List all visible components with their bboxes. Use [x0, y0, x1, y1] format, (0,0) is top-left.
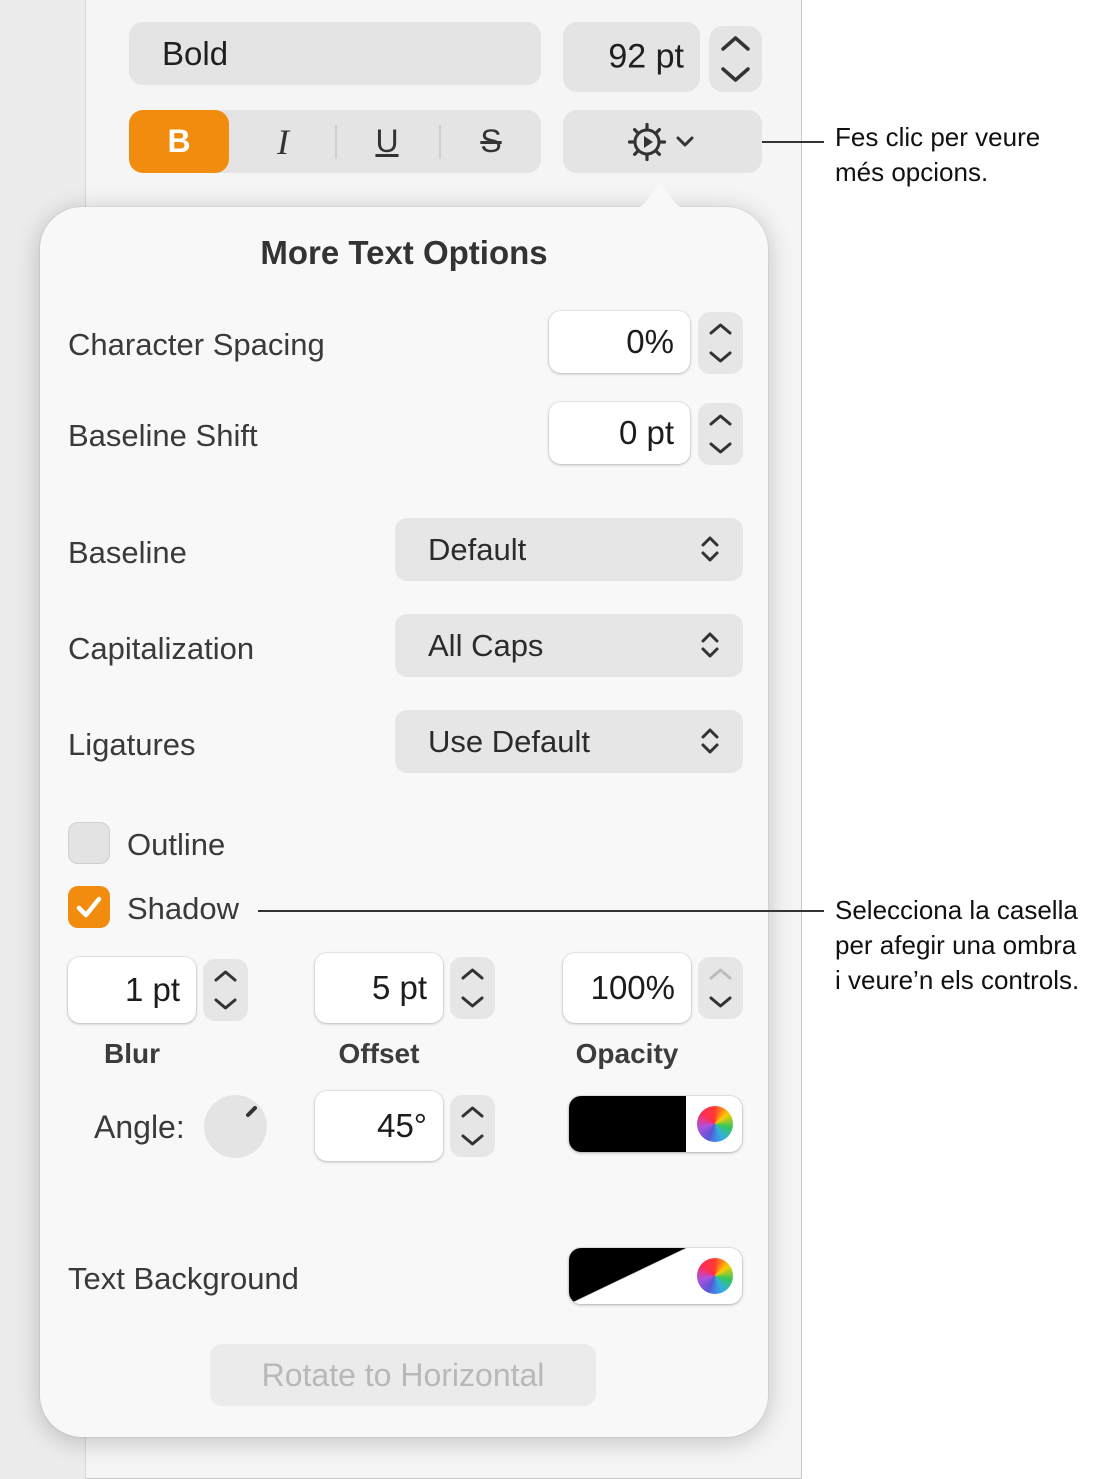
shadow-checkbox[interactable]: [68, 886, 110, 928]
text-background-color-well[interactable]: [569, 1248, 742, 1304]
callout-leader-line: [258, 910, 824, 912]
shadow-opacity-field[interactable]: 100%: [563, 953, 691, 1023]
text-style-segmented-control: B I U S: [129, 110, 541, 173]
stepper-arrows-icon: [721, 36, 750, 82]
color-wheel-icon[interactable]: [697, 1106, 733, 1142]
callout-shadow: Selecciona la casella per afegir una omb…: [835, 893, 1079, 998]
stepper-arrows-icon: [214, 970, 237, 1010]
shadow-blur-label: Blur: [104, 1038, 160, 1069]
ligatures-value: Use Default: [428, 723, 590, 759]
shadow-offset-label: Offset: [338, 1038, 420, 1069]
baseline-shift-stepper[interactable]: [698, 403, 743, 465]
ligatures-label: Ligatures: [68, 727, 196, 762]
outline-label: Outline: [127, 827, 226, 862]
shadow-offset-stepper[interactable]: [450, 957, 495, 1019]
baseline-shift-field[interactable]: 0 pt: [549, 402, 690, 464]
text-background-label: Text Background: [68, 1261, 299, 1296]
text-background-color-swatch[interactable]: [569, 1248, 686, 1304]
shadow-opacity-stepper[interactable]: [698, 957, 743, 1019]
font-size-stepper[interactable]: [709, 26, 762, 92]
baseline-shift-label: Baseline Shift: [68, 418, 258, 453]
shadow-offset-field[interactable]: 5 pt: [315, 953, 443, 1023]
updown-chevron-icon: [701, 632, 719, 658]
strikethrough-button[interactable]: S: [441, 110, 541, 173]
font-size-field[interactable]: 92 pt: [563, 22, 700, 92]
stepper-arrows-icon: [709, 414, 732, 454]
stepper-arrows-icon: [709, 968, 732, 1008]
underline-button[interactable]: U: [337, 110, 437, 173]
chevron-down-icon: [676, 136, 694, 147]
callout-more-options: Fes clic per veure més opcions.: [835, 120, 1040, 190]
baseline-label: Baseline: [68, 535, 187, 570]
shadow-label: Shadow: [127, 891, 240, 926]
callout-text-line: per afegir una ombra: [835, 930, 1077, 960]
rotate-to-horizontal-button[interactable]: Rotate to Horizontal: [210, 1344, 596, 1406]
italic-button[interactable]: I: [233, 110, 333, 173]
shadow-opacity-label: Opacity: [575, 1038, 679, 1069]
color-wheel-icon[interactable]: [697, 1258, 733, 1294]
shadow-blur-field[interactable]: 1 pt: [68, 957, 196, 1023]
callout-text-line: Selecciona la casella: [835, 895, 1078, 925]
character-spacing-stepper[interactable]: [698, 312, 743, 374]
callout-leader-line: [762, 141, 824, 143]
capitalization-popup[interactable]: All Caps: [395, 614, 743, 677]
shadow-color-well[interactable]: [569, 1096, 742, 1152]
updown-chevron-icon: [701, 728, 719, 754]
stepper-arrows-icon: [461, 1106, 484, 1146]
outline-checkbox[interactable]: [68, 822, 110, 864]
baseline-popup[interactable]: Default: [395, 518, 743, 581]
updown-chevron-icon: [701, 536, 719, 562]
shadow-angle-stepper[interactable]: [450, 1095, 495, 1157]
font-style-popup[interactable]: Bold: [129, 22, 646, 85]
shadow-angle-field[interactable]: 45°: [315, 1091, 443, 1161]
gear-icon: [627, 122, 667, 162]
capitalization-label: Capitalization: [68, 631, 255, 666]
more-text-options-button[interactable]: [563, 110, 762, 173]
font-style-value: Bold: [162, 34, 229, 72]
popover-arrow: [620, 182, 700, 212]
callout-text-line: i veure’n els controls.: [835, 965, 1080, 995]
shadow-blur-stepper[interactable]: [203, 959, 248, 1021]
callout-text-line: més opcions.: [835, 157, 989, 187]
bold-button[interactable]: B: [129, 110, 229, 173]
checkmark-icon: [76, 896, 102, 918]
ligatures-popup[interactable]: Use Default: [395, 710, 743, 773]
capitalization-value: All Caps: [428, 627, 544, 663]
shadow-angle-label: Angle:: [94, 1109, 185, 1145]
font-size-value: 92 pt: [608, 37, 684, 76]
callout-text-line: Fes clic per veure: [835, 122, 1041, 152]
character-spacing-label: Character Spacing: [68, 327, 325, 362]
shadow-angle-knob[interactable]: [204, 1095, 267, 1158]
baseline-value: Default: [428, 531, 527, 567]
popover-title: More Text Options: [260, 234, 548, 271]
angle-indicator-icon: [246, 1106, 257, 1117]
shadow-color-swatch[interactable]: [569, 1096, 686, 1152]
stepper-arrows-icon: [709, 323, 732, 363]
stepper-arrows-icon: [461, 968, 484, 1008]
character-spacing-field[interactable]: 0%: [549, 311, 690, 373]
